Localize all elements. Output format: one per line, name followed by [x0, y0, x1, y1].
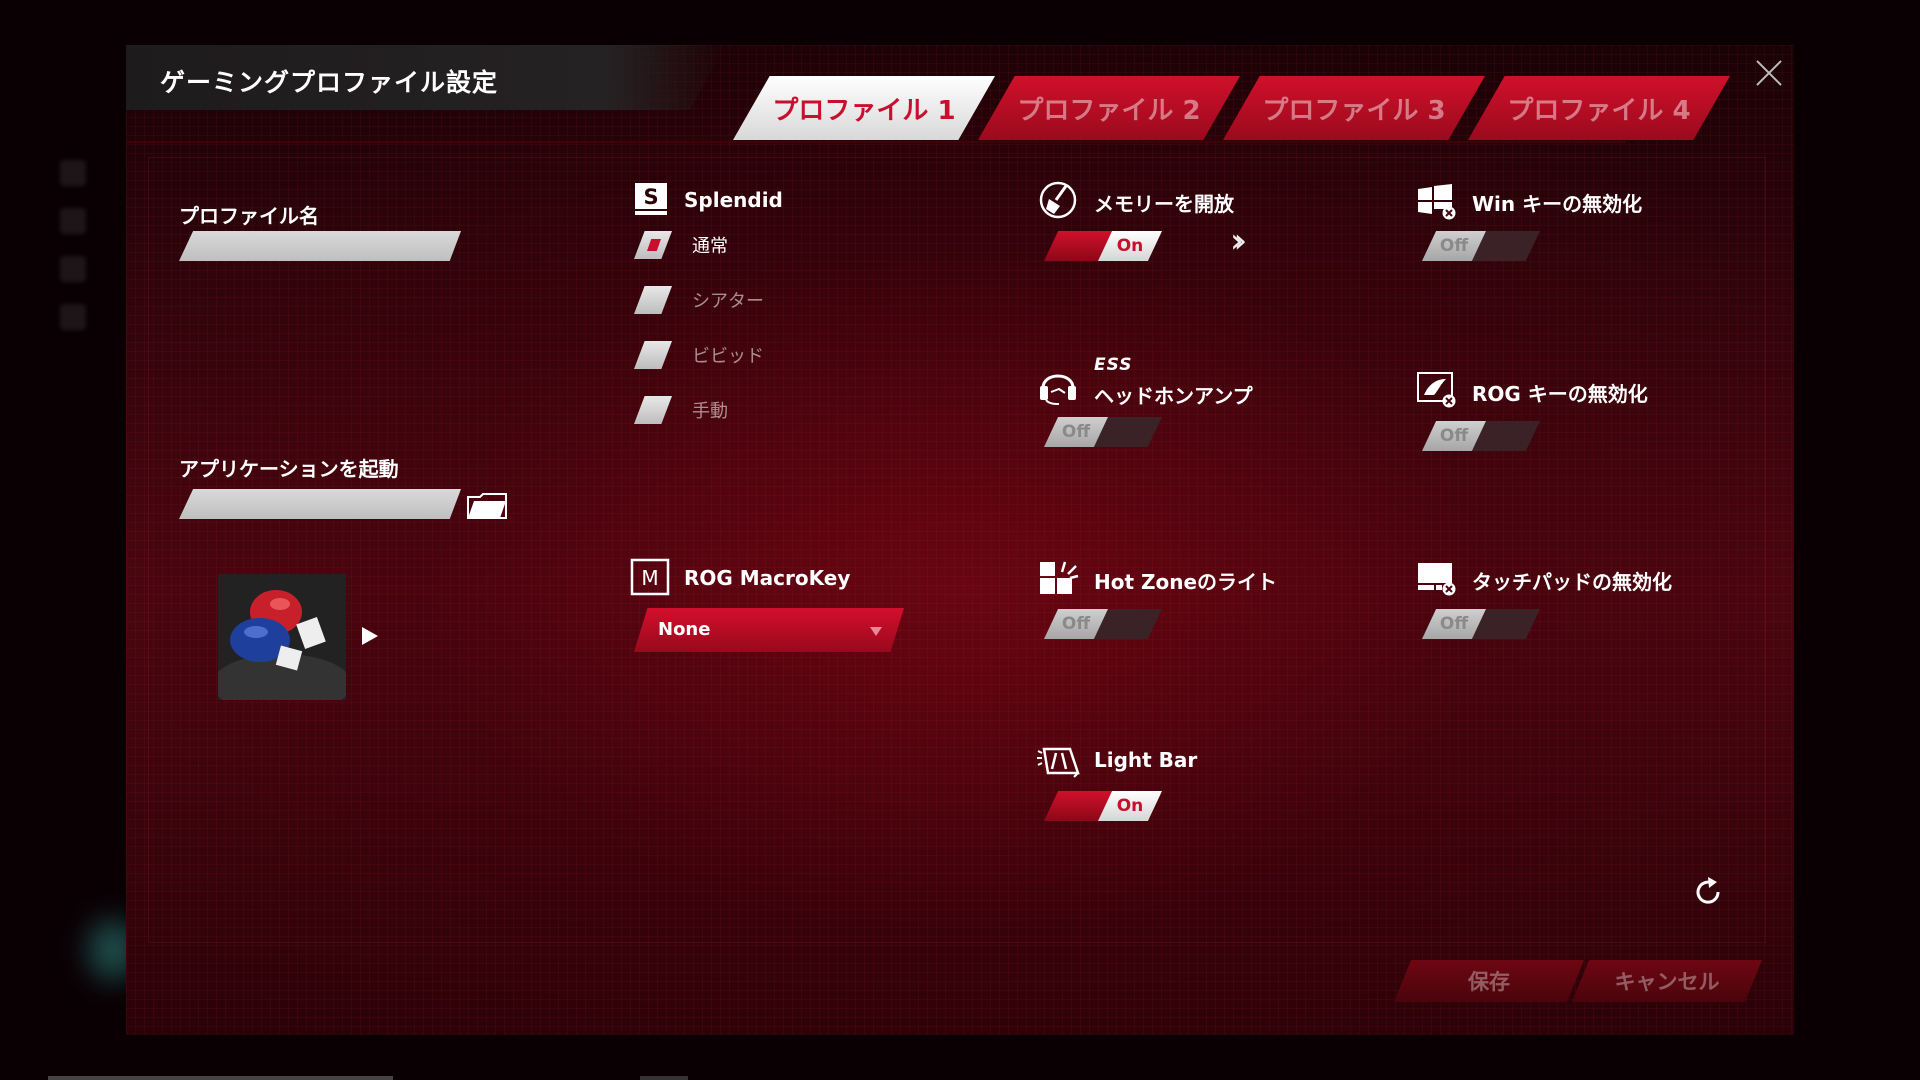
- splendid-option-label: ビビッド: [692, 346, 764, 367]
- tab-profile-1[interactable]: プロファイル 1: [733, 76, 995, 140]
- background-sidebar: [60, 160, 100, 360]
- win-key-toggle[interactable]: Off: [1422, 231, 1540, 261]
- profile-name-label: プロファイル名: [179, 204, 319, 228]
- splendid-option-vivid[interactable]: ビビッド: [634, 341, 764, 369]
- rog-key-title: ROG キーの無効化: [1472, 382, 1648, 406]
- splendid-option-theater[interactable]: シアター: [634, 286, 764, 314]
- background-taskbar: [48, 1076, 393, 1080]
- tab-divider: [126, 141, 1626, 143]
- splendid-option-label: 通常: [692, 236, 728, 257]
- headphone-toggle[interactable]: Off: [1044, 417, 1162, 447]
- app-thumbnail[interactable]: [218, 574, 346, 700]
- settings-panel: [148, 157, 1766, 943]
- save-button[interactable]: 保存: [1394, 960, 1584, 1002]
- tab-profile-3[interactable]: プロファイル 3: [1223, 76, 1485, 140]
- hot-zone-toggle[interactable]: Off: [1044, 609, 1162, 639]
- radio-unchecked-icon: [634, 286, 672, 314]
- chevron-down-icon: [870, 627, 882, 636]
- splendid-option-label: シアター: [692, 291, 764, 312]
- memory-title: メモリーを開放: [1094, 192, 1234, 216]
- macro-m-icon: M: [630, 558, 670, 596]
- windows-disable-icon: [1418, 184, 1456, 220]
- win-key-title: Win キーの無効化: [1472, 192, 1643, 216]
- lightbar-icon: [1037, 747, 1080, 778]
- headphone-title: ヘッドホンアンプ: [1094, 384, 1253, 408]
- gaming-profile-dialog: ゲーミングプロファイル設定 プロファイル 1 プロファイル 2 プロファイル 3…: [126, 45, 1794, 1035]
- macrokey-dropdown[interactable]: None: [634, 608, 904, 652]
- launch-app-label: アプリケーションを起動: [179, 457, 399, 481]
- refresh-icon[interactable]: [1690, 874, 1726, 910]
- headset-icon: [1040, 374, 1076, 405]
- splendid-option-normal[interactable]: 通常: [634, 231, 728, 259]
- radio-unchecked-icon: [634, 396, 672, 424]
- ess-logo: ESS: [1094, 355, 1133, 375]
- profile-name-input[interactable]: [179, 231, 461, 261]
- radio-unchecked-icon: [634, 341, 672, 369]
- dialog-title: ゲーミングプロファイル設定: [160, 68, 499, 97]
- macrokey-selected: None: [658, 619, 711, 640]
- cancel-button[interactable]: キャンセル: [1572, 960, 1762, 1002]
- splendid-title: Splendid: [684, 188, 783, 212]
- svg-text:S: S: [643, 185, 658, 209]
- launch-app-input[interactable]: [179, 489, 461, 519]
- rog-key-toggle[interactable]: Off: [1422, 421, 1540, 451]
- splendid-s-icon: S: [635, 183, 667, 215]
- folder-icon[interactable]: [466, 491, 508, 521]
- macrokey-title: ROG MacroKey: [684, 566, 851, 590]
- touchpad-title: タッチパッドの無効化: [1472, 570, 1672, 594]
- memory-toggle[interactable]: On: [1044, 231, 1162, 261]
- hot-zone-title: Hot Zoneのライト: [1094, 570, 1278, 594]
- light-bar-title: Light Bar: [1094, 748, 1198, 772]
- radio-checked-icon: [634, 231, 672, 259]
- svg-text:M: M: [641, 566, 658, 590]
- boxing-gloves-image: [218, 574, 346, 700]
- touchpad-disable-icon: [1418, 563, 1456, 596]
- light-bar-toggle[interactable]: On: [1044, 791, 1162, 821]
- broom-icon: [1039, 181, 1077, 219]
- close-button[interactable]: [1752, 55, 1786, 89]
- profile-tabs: プロファイル 1 プロファイル 2 プロファイル 3 プロファイル 4: [733, 76, 1733, 140]
- splendid-option-manual[interactable]: 手動: [634, 396, 728, 424]
- touchpad-toggle[interactable]: Off: [1422, 609, 1540, 639]
- rog-disable-icon: [1417, 372, 1456, 408]
- tab-profile-4[interactable]: プロファイル 4: [1468, 76, 1730, 140]
- tab-profile-2[interactable]: プロファイル 2: [978, 76, 1240, 140]
- play-icon[interactable]: [362, 627, 378, 645]
- double-chevron-right-icon[interactable]: ››: [1230, 221, 1247, 261]
- splendid-option-label: 手動: [692, 401, 728, 422]
- hotzone-icon: [1040, 561, 1079, 594]
- background-taskbar-item: [640, 1076, 688, 1080]
